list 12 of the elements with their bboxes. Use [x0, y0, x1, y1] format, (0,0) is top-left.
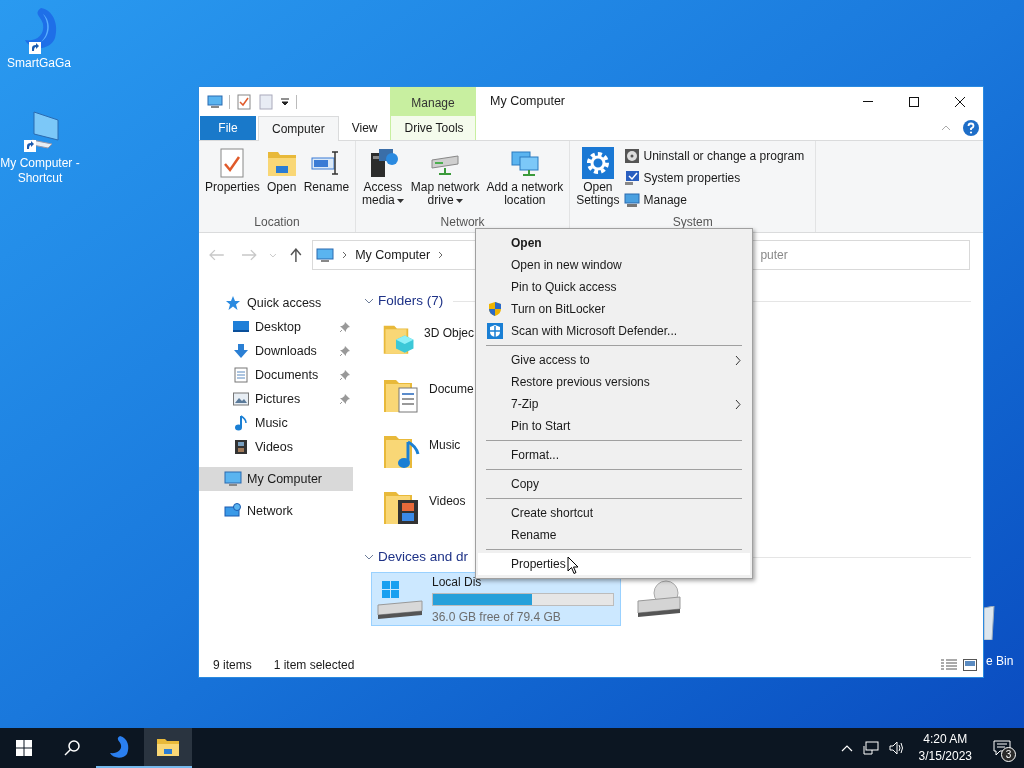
group-header: Devices and dr [378, 547, 469, 566]
drive-free-space: 36.0 GB free of 79.4 GB [432, 608, 562, 626]
status-text: 1 item selected [273, 657, 355, 674]
ribbon-group-label: Location [253, 214, 301, 231]
status-text: 9 items [213, 657, 252, 674]
window-title: My Computer [490, 93, 566, 111]
group-header: Folders (7) [378, 291, 444, 310]
ribbon-group-label: System [671, 214, 714, 231]
notification-badge: 3 [1001, 747, 1016, 762]
ribbon-group-label: Network [439, 214, 486, 231]
drive-name: Local Dis [432, 573, 483, 591]
context-tab-header: Manage [390, 87, 476, 116]
